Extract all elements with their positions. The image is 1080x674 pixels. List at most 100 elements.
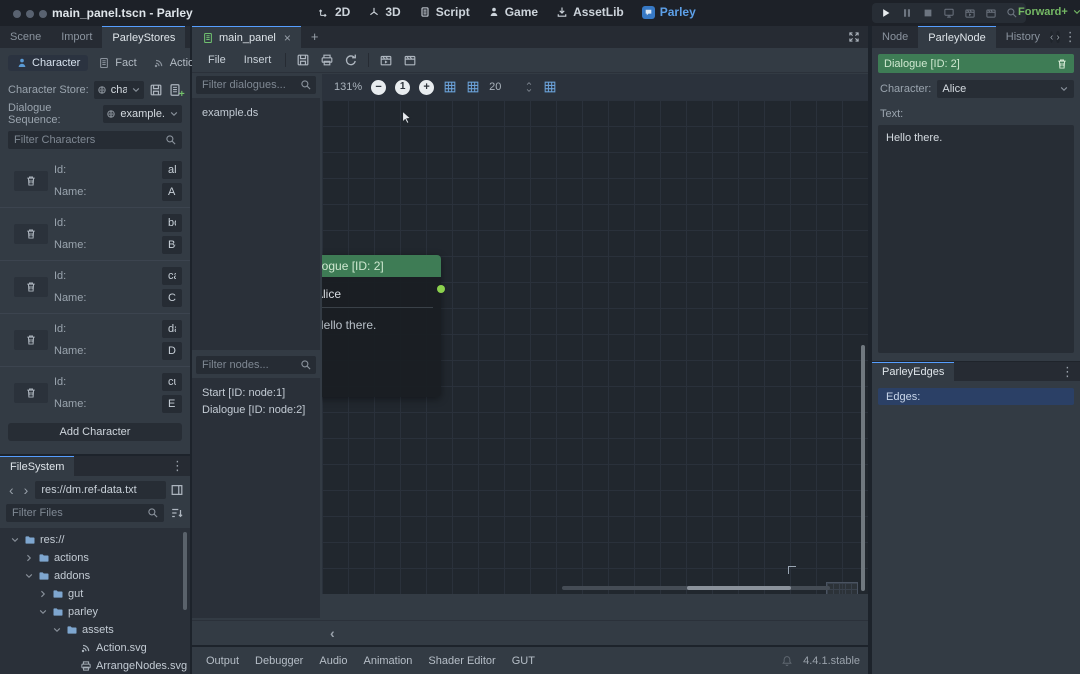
insert-menu[interactable]: Insert	[236, 52, 280, 68]
collapse-arrow-icon[interactable]	[52, 625, 62, 635]
stop-button[interactable]	[922, 7, 934, 19]
history-back-icon[interactable]: ‹	[6, 483, 17, 497]
distraction-free-icon[interactable]	[848, 31, 860, 43]
new-tab-icon[interactable]: +	[301, 26, 329, 48]
character-select[interactable]: Alice	[937, 80, 1074, 98]
spin-up-icon[interactable]	[524, 80, 534, 87]
collapse-side-panel-icon[interactable]: ‹	[330, 626, 335, 640]
bottom-tab-audio[interactable]: Audio	[313, 652, 353, 670]
renderer-select[interactable]: Forward+	[1018, 6, 1080, 18]
delete-character-button[interactable]	[14, 171, 48, 191]
tree-item-arrangenodes-svg[interactable]: ArrangeNodes.svg	[6, 657, 190, 674]
character-name-field[interactable]	[162, 183, 182, 201]
dialogue-sequence-select[interactable]: example.	[103, 105, 182, 123]
character-store-select[interactable]: cha	[94, 81, 144, 99]
movie-maker-icon[interactable]	[1006, 7, 1018, 19]
tab-node[interactable]: Node	[872, 26, 918, 48]
h-scrollbar-thumb[interactable]	[687, 586, 791, 590]
tab-history[interactable]: History	[996, 26, 1050, 48]
grid-size-spinner[interactable]	[524, 80, 534, 94]
save-dialogue-icon[interactable]	[296, 53, 310, 67]
test-scene-icon[interactable]	[403, 53, 417, 67]
bottom-tab-output[interactable]: Output	[200, 652, 245, 670]
filter-nodes-input[interactable]	[196, 356, 316, 374]
tab-main-panel[interactable]: main_panel ×	[192, 26, 301, 48]
dialogue-text-area[interactable]: Hello there.	[878, 125, 1074, 353]
mode-fact-button[interactable]: Fact	[92, 55, 142, 71]
zoom-out-button[interactable]: −	[371, 80, 386, 95]
inspector-menu-icon[interactable]: ⋮	[1062, 26, 1080, 48]
add-character-button[interactable]: Add Character	[8, 423, 182, 441]
print-dialogue-icon[interactable]	[320, 53, 334, 67]
snap-grid-icon[interactable]	[443, 80, 457, 94]
dialogue-list-item[interactable]: example.ds	[192, 104, 320, 121]
delete-character-button[interactable]	[14, 330, 48, 350]
mode-character-button[interactable]: Character	[8, 55, 88, 71]
node-list-item[interactable]: Dialogue [ID: node:2]	[192, 401, 320, 418]
character-name-field[interactable]	[162, 342, 182, 360]
window-minimize-icon[interactable]	[26, 10, 34, 18]
file-menu[interactable]: File	[200, 52, 234, 68]
delete-character-button[interactable]	[14, 383, 48, 403]
version-label[interactable]: 4.4.1.stable	[803, 655, 860, 667]
tree-item-actions[interactable]: actions	[6, 549, 190, 567]
tree-scrollbar[interactable]	[183, 532, 187, 610]
play-custom-scene-button[interactable]	[985, 7, 997, 19]
save-store-button[interactable]	[149, 83, 163, 97]
node-list-item[interactable]: Start [ID: node:1]	[192, 384, 320, 401]
v-scrollbar-thumb[interactable]	[861, 345, 865, 591]
refresh-icon[interactable]	[344, 53, 358, 67]
play-scene-button[interactable]	[964, 7, 976, 19]
zoom-in-button[interactable]: +	[419, 80, 434, 95]
main-screen-game[interactable]: Game	[488, 5, 538, 19]
collapse-arrow-icon[interactable]	[24, 571, 34, 581]
tab-parleystores[interactable]: ParleyStores	[102, 26, 185, 48]
arrange-nodes-icon[interactable]	[543, 80, 557, 94]
dialogue-graph-node[interactable]: Dialogue [ID: 2] Alice Hello there.	[322, 255, 441, 397]
inspector-back-icon[interactable]: ‹	[1050, 31, 1053, 43]
pause-button[interactable]	[901, 7, 913, 19]
close-tab-icon[interactable]: ×	[284, 32, 291, 44]
edges-menu-icon[interactable]: ⋮	[1055, 362, 1080, 381]
tree-item-parley[interactable]: parley	[6, 603, 190, 621]
tab-scene[interactable]: Scene	[0, 26, 51, 48]
expand-arrow-icon[interactable]	[38, 589, 48, 599]
delete-node-icon[interactable]	[1056, 58, 1068, 70]
output-port[interactable]	[437, 285, 445, 293]
tree-item-assets[interactable]: assets	[6, 621, 190, 639]
spin-down-icon[interactable]	[524, 87, 534, 94]
character-name-field[interactable]	[162, 236, 182, 254]
split-mode-icon[interactable]	[170, 483, 184, 497]
bottom-tab-gut[interactable]: GUT	[506, 652, 541, 670]
character-id-field[interactable]	[162, 320, 182, 338]
tab-parleyedges[interactable]: ParleyEdges	[872, 362, 954, 381]
bottom-tab-shader-editor[interactable]: Shader Editor	[422, 652, 501, 670]
character-id-field[interactable]	[162, 373, 182, 391]
remote-debug-icon[interactable]	[943, 7, 955, 19]
sort-files-icon[interactable]	[170, 506, 184, 520]
dock-menu-icon[interactable]: ⋮	[165, 456, 190, 476]
tree-item-res[interactable]: res://	[6, 531, 190, 549]
main-screen-2d[interactable]: 2D	[318, 5, 350, 19]
zoom-reset-button[interactable]: 1	[395, 80, 410, 95]
tab-filesystem[interactable]: FileSystem	[0, 456, 74, 476]
play-button[interactable]	[880, 7, 892, 19]
main-screen-assetlib[interactable]: AssetLib	[556, 5, 624, 19]
test-dialogue-icon[interactable]	[379, 53, 393, 67]
collapse-arrow-icon[interactable]	[10, 535, 20, 545]
grid-size-value[interactable]: 20	[489, 81, 501, 93]
bottom-tab-animation[interactable]: Animation	[358, 652, 419, 670]
main-screen-parley[interactable]: Parley	[642, 5, 696, 19]
tree-item-action-svg[interactable]: Action.svg	[6, 639, 190, 657]
character-name-field[interactable]	[162, 289, 182, 307]
history-forward-icon[interactable]: ›	[21, 483, 32, 497]
tab-import[interactable]: Import	[51, 26, 102, 48]
tree-item-addons[interactable]: addons	[6, 567, 190, 585]
character-name-field[interactable]	[162, 395, 182, 413]
bottom-tab-debugger[interactable]: Debugger	[249, 652, 309, 670]
filter-characters-input[interactable]	[8, 131, 182, 149]
main-screen-script[interactable]: Script	[419, 5, 470, 19]
dialogue-node-header[interactable]: Dialogue [ID: 2]	[322, 255, 441, 277]
character-id-field[interactable]	[162, 161, 182, 179]
delete-character-button[interactable]	[14, 224, 48, 244]
